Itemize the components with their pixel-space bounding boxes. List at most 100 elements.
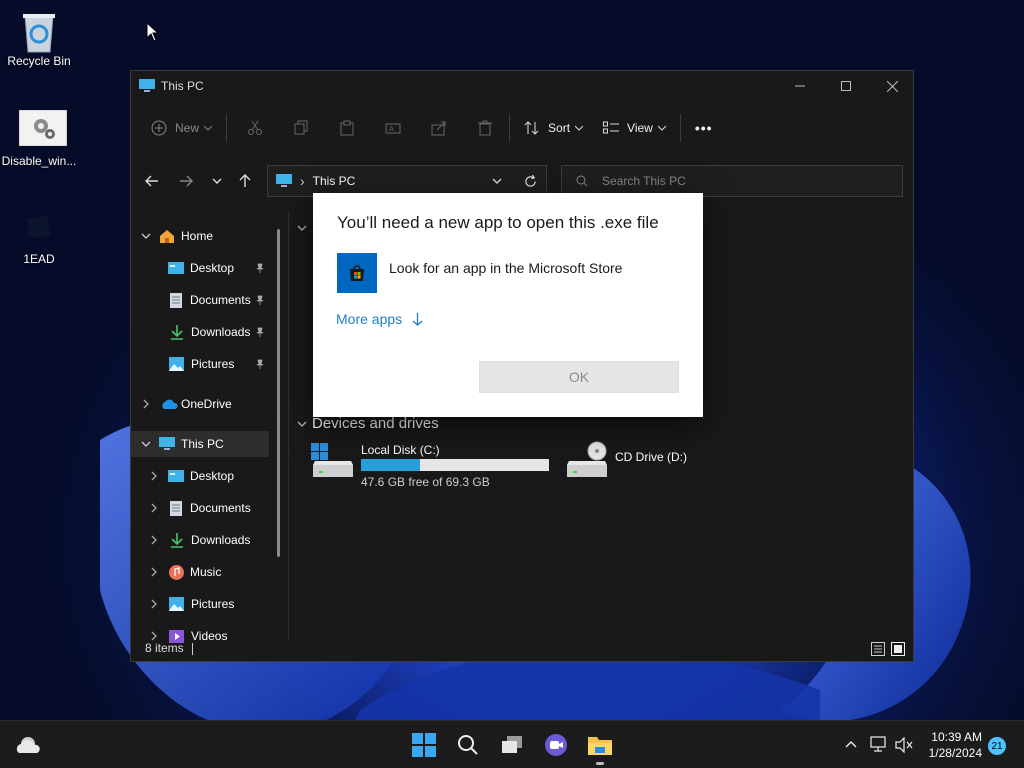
chevron-down-icon[interactable] <box>297 421 307 428</box>
view-label: View <box>627 121 653 135</box>
nav-item-home[interactable]: Home <box>131 223 269 249</box>
download-arrow-icon <box>171 324 183 340</box>
desktop-icon-disable-script[interactable]: Disable_win... <box>1 109 77 168</box>
minimize-icon <box>795 85 805 87</box>
share-icon <box>431 121 446 136</box>
microsoft-store-option[interactable]: Look for an app in the Microsoft Store <box>337 253 622 293</box>
microsoft-store-icon <box>337 253 377 293</box>
address-history-chevron-icon[interactable] <box>492 178 502 185</box>
network-icon[interactable] <box>870 736 888 752</box>
rename-icon: A <box>385 123 401 134</box>
status-item-count: 8 items <box>145 641 184 655</box>
new-button[interactable]: New <box>143 112 220 144</box>
status-divider <box>192 643 193 655</box>
volume-muted-icon[interactable] <box>895 737 913 753</box>
desktop-icon-label: Recycle Bin <box>7 54 71 68</box>
copy-icon <box>294 120 308 135</box>
maximize-button[interactable] <box>823 71 869 101</box>
nav-item-onedrive[interactable]: OneDrive <box>131 391 269 417</box>
nav-label: Documents <box>190 501 251 515</box>
nav-item-downloads[interactable]: Downloads <box>131 527 269 553</box>
forward-arrow-icon[interactable] <box>179 175 193 187</box>
nav-label: Pictures <box>191 357 235 371</box>
system-clock[interactable]: 10:39 AM 1/28/2024 <box>929 729 982 761</box>
search-icon <box>576 175 588 187</box>
nav-item-pictures-pinned[interactable]: Pictures <box>131 351 269 377</box>
nav-label: Videos <box>191 629 228 643</box>
svg-text:A: A <box>389 125 394 133</box>
pin-icon <box>256 263 264 273</box>
devices-drives-header: Devices and drives <box>312 415 439 432</box>
view-list-icon <box>603 121 620 134</box>
desktop-folder-icon <box>168 261 184 274</box>
notification-badge[interactable]: 21 <box>988 737 1006 755</box>
nav-item-downloads-pinned[interactable]: Downloads <box>131 319 269 345</box>
task-view-button[interactable] <box>496 729 528 761</box>
start-button[interactable] <box>408 729 440 761</box>
cut-button[interactable] <box>239 112 271 144</box>
nav-label: Home <box>181 229 214 243</box>
ok-button[interactable]: OK <box>479 361 679 393</box>
breadcrumb-this-pc[interactable]: This PC <box>313 174 356 188</box>
see-more-button[interactable]: ••• <box>687 112 721 144</box>
nav-item-this-pc[interactable]: This PC <box>131 431 269 457</box>
nav-scrollbar[interactable] <box>277 229 280 557</box>
drive-local-disk-c[interactable]: Local Disk (C:) 47.6 GB free of 69.3 GB <box>309 441 559 491</box>
chevron-up-icon[interactable] <box>845 740 857 748</box>
command-bar: New A Sort View ••• <box>131 103 913 153</box>
details-view-icon[interactable] <box>871 642 885 656</box>
nav-label: Desktop <box>190 261 235 275</box>
nav-item-desktop[interactable]: Desktop <box>131 463 269 489</box>
recent-locations-chevron-icon[interactable] <box>212 178 222 185</box>
share-button[interactable] <box>423 112 455 144</box>
download-arrow-icon <box>171 532 183 548</box>
rename-button[interactable]: A <box>377 112 409 144</box>
delete-button[interactable] <box>469 112 501 144</box>
desktop-icon-label: Disable_win... <box>1 154 77 168</box>
sort-button[interactable]: Sort <box>516 112 591 144</box>
file-explorer-taskbar-button[interactable] <box>584 729 616 761</box>
nav-item-documents-pinned[interactable]: Documents <box>131 287 269 313</box>
view-button[interactable]: View <box>595 112 674 144</box>
home-icon <box>160 229 174 243</box>
search-taskbar-button[interactable] <box>452 729 484 761</box>
up-arrow-icon[interactable] <box>239 174 251 188</box>
desktop-icon-recycle-bin[interactable]: Recycle Bin <box>1 10 77 68</box>
paste-button[interactable] <box>331 112 363 144</box>
close-button[interactable] <box>869 71 915 101</box>
nav-item-pictures[interactable]: Pictures <box>131 591 269 617</box>
tiles-view-icon[interactable] <box>891 642 905 656</box>
chevron-right-icon <box>151 567 157 577</box>
desktop-folder-icon <box>168 469 184 482</box>
desktop-icon-1ead[interactable]: 1EAD <box>1 208 77 266</box>
chevron-down-icon <box>204 125 213 131</box>
drive-cd-d[interactable]: CD Drive (D:) <box>563 441 763 491</box>
chevron-down-icon[interactable] <box>297 225 307 232</box>
drive-free-space: 47.6 GB free of 69.3 GB <box>361 475 490 489</box>
shortcut-icon <box>19 208 59 248</box>
chevron-right-icon <box>151 631 157 641</box>
search-icon <box>458 735 478 755</box>
cd-drive-icon <box>567 441 607 477</box>
refresh-icon[interactable] <box>524 175 537 188</box>
pictures-icon <box>169 597 184 611</box>
nav-item-music[interactable]: Music <box>131 559 269 585</box>
open-with-dialog: You’ll need a new app to open this .exe … <box>313 193 703 417</box>
recycle-bin-icon <box>19 10 59 53</box>
chevron-down-icon <box>575 125 584 131</box>
chat-teams-button[interactable] <box>540 729 572 761</box>
nav-item-desktop-pinned[interactable]: Desktop <box>131 255 269 281</box>
copy-button[interactable] <box>285 112 317 144</box>
minimize-button[interactable] <box>777 71 823 101</box>
back-arrow-icon[interactable] <box>145 175 159 187</box>
nav-label: Music <box>190 565 222 579</box>
pin-icon <box>256 359 264 369</box>
nav-item-documents[interactable]: Documents <box>131 495 269 521</box>
weather-widget[interactable] <box>12 729 44 761</box>
chevron-right-icon <box>143 399 149 409</box>
more-apps-link[interactable]: More apps <box>336 311 423 327</box>
folder-icon <box>588 737 612 755</box>
chevron-down-icon <box>141 441 151 447</box>
pin-icon <box>256 295 264 305</box>
pictures-icon <box>169 357 184 371</box>
